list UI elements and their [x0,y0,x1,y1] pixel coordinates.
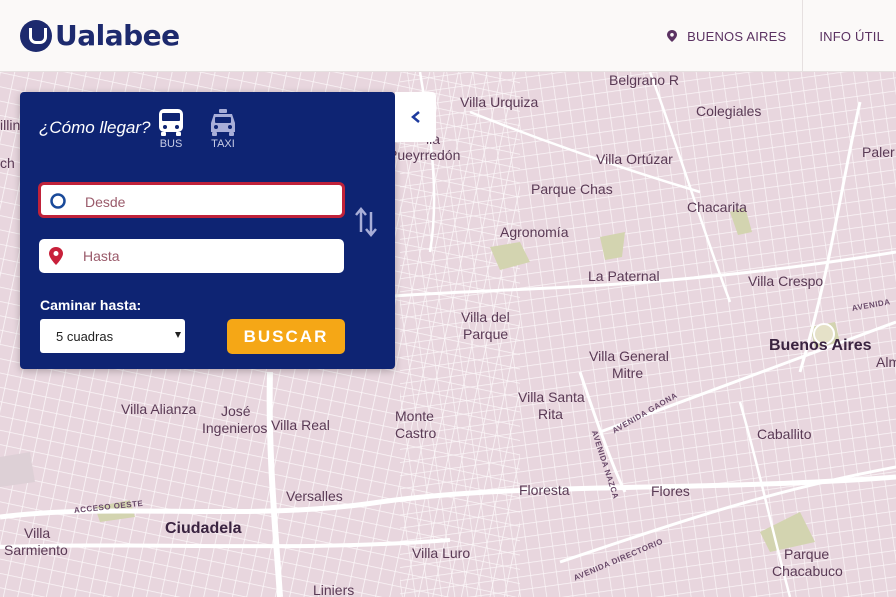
header-nav: BUENOS AIRES INFO ÚTIL [651,0,896,72]
map-label-left-mid: ch [0,155,15,171]
chevron-left-icon [410,111,420,123]
mode-taxi[interactable]: TAXI [203,108,243,150]
bus-icon [159,109,183,136]
map-label-villa-general-mitre-1: Villa General [589,348,669,364]
map-label-villa-real: Villa Real [271,417,330,433]
map-label-colegiales: Colegiales [696,103,762,119]
taxi-icon [211,109,235,136]
map-label-buenos-aires: Buenos Aires [769,337,872,354]
map-label-parque-chas: Parque Chas [531,181,613,197]
map-label-villa-alianza: Villa Alianza [121,401,197,417]
ualabee-logo-mark-icon [20,19,52,52]
location-pin-icon [667,30,678,42]
select-caret-icon [175,332,181,338]
map-label-villa-sarmiento-1: Villa [24,525,51,541]
map-label-la-paternal: La Paternal [588,268,660,284]
to-placeholder: Hasta [83,248,120,264]
walk-distance-value: 5 cuadras [56,329,114,344]
mode-bus-label: BUS [159,138,183,150]
top-header: Ualabee BUENOS AIRES INFO ÚTIL [0,0,896,72]
mode-taxi-label: TAXI [211,138,235,150]
map-label-parque-chacabuco-2: Chacabuco [772,563,843,579]
walk-distance-label: Caminar hasta: [40,297,142,313]
map-label-jose-ingenieros-2: Ingenieros [202,420,268,436]
swap-arrows-icon [355,207,377,237]
collapse-panel-button[interactable] [395,92,436,142]
route-search-panel: ¿Cómo llegar? BUS TAXI Desde Hasta Camin… [20,92,395,369]
walk-distance-select[interactable]: 5 cuadras [40,319,185,353]
map-label-villa-urquiza: Villa Urquiza [460,94,539,110]
map-label-parque-chacabuco-1: Parque [784,546,830,562]
map-label-monte-castro-2: Castro [395,425,437,441]
map-label-villa-general-mitre-2: Mitre [612,365,644,381]
map-label-palermo: Paler [862,144,895,160]
map-label-flores: Flores [651,483,690,499]
logo-text: Ualabee [55,19,180,52]
map-label-belgrano-r: Belgrano R [609,72,680,88]
origin-circle-icon [50,193,66,209]
map-label-left-top: illin [0,117,21,133]
city-label: BUENOS AIRES [687,28,787,44]
map-label-liniers: Liniers [313,582,355,597]
info-util-link[interactable]: INFO ÚTIL [802,0,896,72]
swap-button[interactable] [354,206,378,243]
map-label-ciudadela: Ciudadela [165,520,242,537]
map-label-villa-santa-rita-1: Villa Santa [518,389,585,405]
map-label-almagro: Alm [876,354,896,370]
map-label-villa-ortuzar: Villa Ortúzar [596,151,673,167]
to-input[interactable]: Hasta [39,239,344,273]
map-label-villa-del-parque-1: Villa del [461,309,510,325]
from-placeholder: Desde [85,194,126,210]
info-util-label: INFO ÚTIL [819,28,884,44]
destination-pin-icon [49,247,63,265]
ualabee-logo[interactable]: Ualabee [20,19,180,52]
map-label-versalles: Versalles [286,488,343,504]
map-label-caballito: Caballito [757,426,812,442]
from-input[interactable]: Desde [39,183,344,217]
city-selector[interactable]: BUENOS AIRES [651,0,802,72]
map-label-villa-crespo: Villa Crespo [748,273,824,289]
map-label-agronomia: Agronomía [500,224,569,240]
map-label-pueyrredon: Pueyrredón [388,147,461,163]
mode-bus[interactable]: BUS [151,108,191,150]
map-label-jose-ingenieros-1: José [221,403,251,419]
search-button[interactable]: BUSCAR [227,319,345,354]
map-label-villa-sarmiento-2: Sarmiento [4,542,68,558]
map-label-villa-del-parque-2: Parque [463,326,509,342]
how-to-get-title: ¿Cómo llegar? [39,118,151,137]
map-label-villa-luro: Villa Luro [412,545,471,561]
map-label-villa-santa-rita-2: Rita [538,406,563,422]
map-label-floresta: Floresta [519,482,570,498]
map-label-chacarita: Chacarita [687,199,747,215]
map-label-monte-castro-1: Monte [395,408,434,424]
